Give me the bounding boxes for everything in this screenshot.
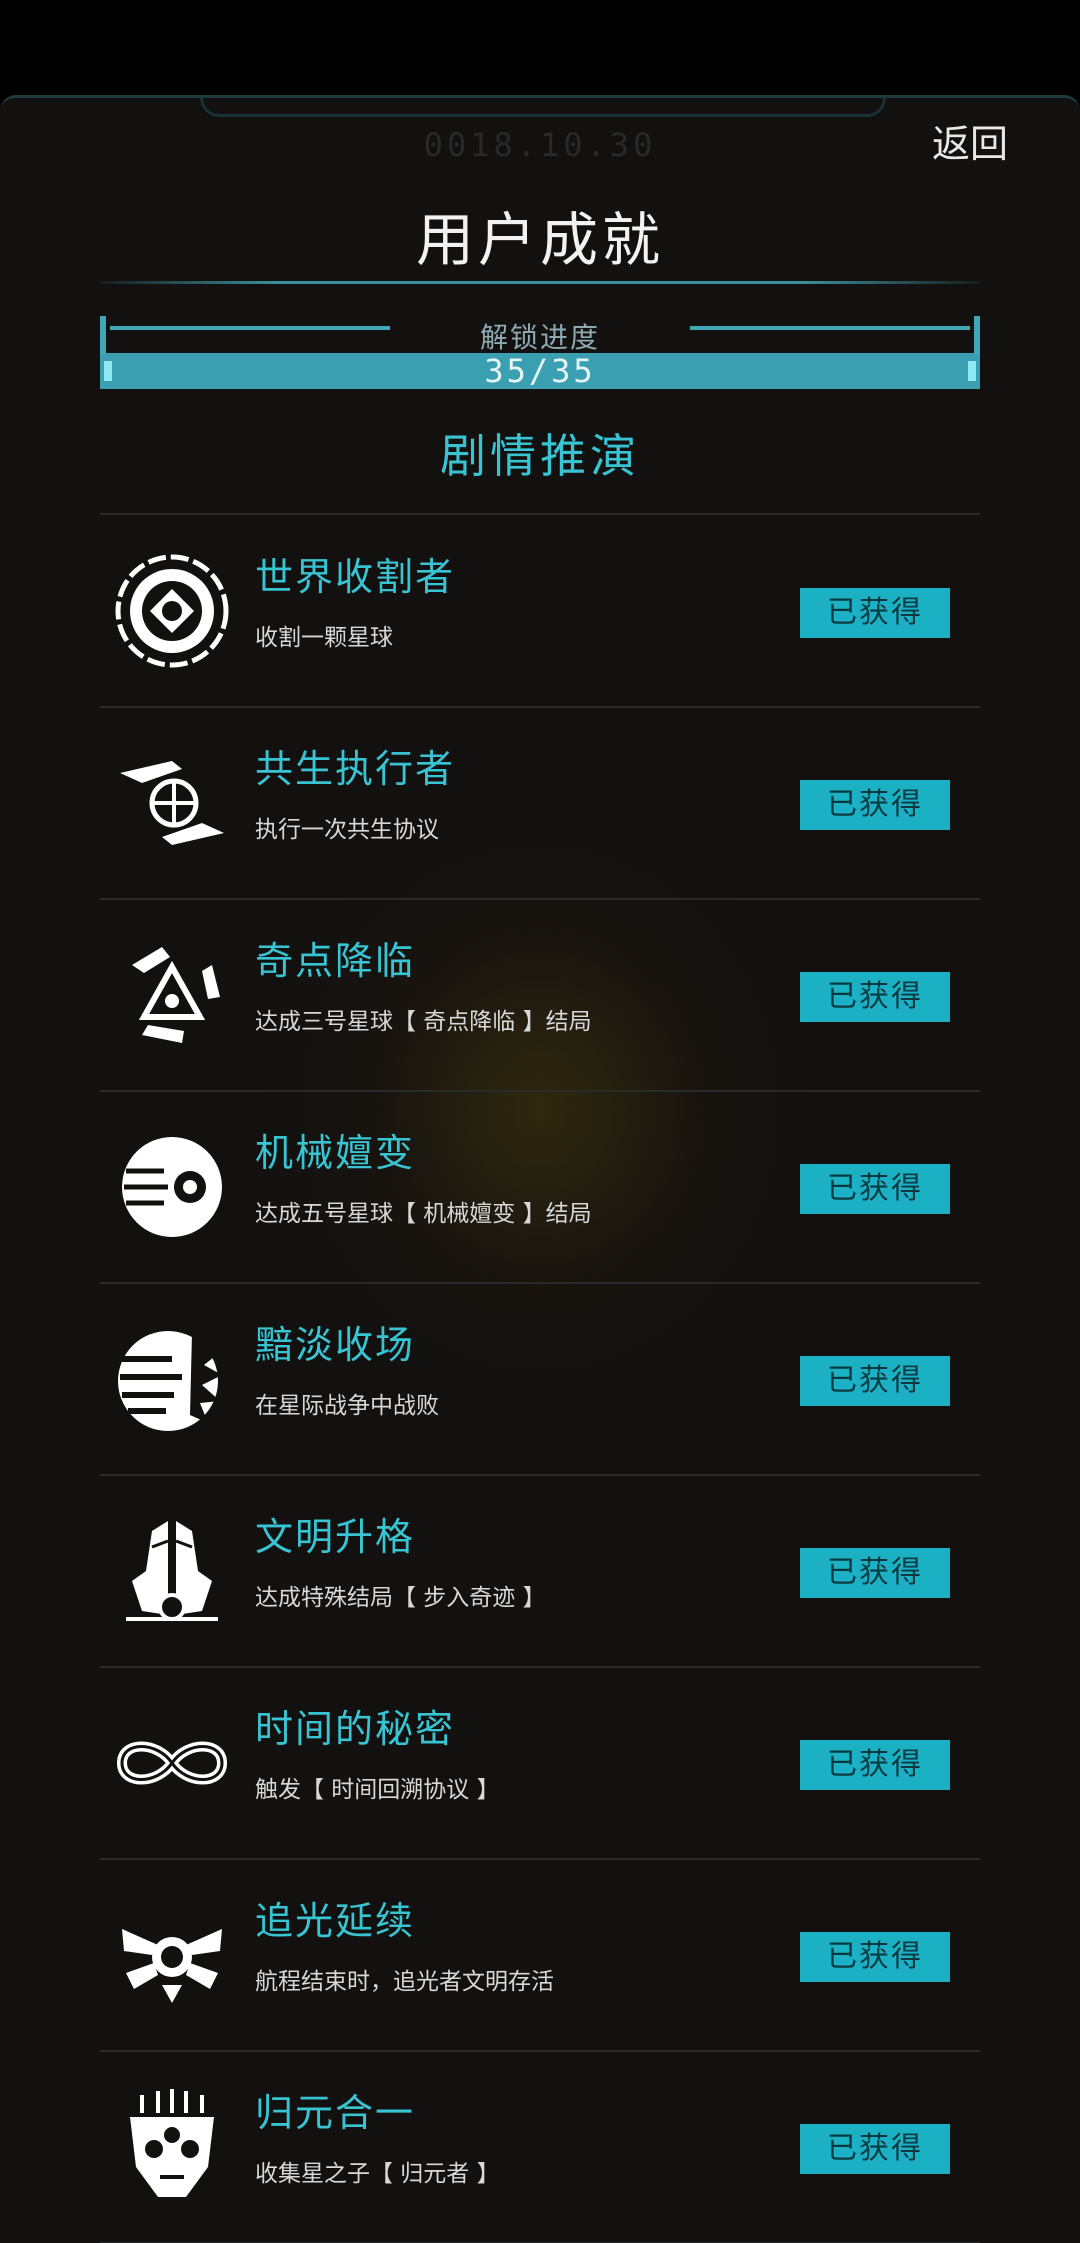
robot-mask-icon bbox=[130, 2089, 214, 2197]
mechanical-eye-icon bbox=[122, 1137, 222, 1237]
status-badge[interactable]: 已获得 bbox=[800, 1932, 950, 1982]
achievement-desc: 达成特殊结局【 步入奇迹 】 bbox=[255, 1585, 546, 1611]
achievement-item: 文明升格 达成特殊结局【 步入奇迹 】 已获得 bbox=[100, 1476, 980, 1668]
achievement-title: 追光延续 bbox=[255, 1899, 416, 1943]
achievement-title: 归元合一 bbox=[255, 2091, 416, 2135]
singularity-triangle-icon bbox=[132, 947, 220, 1043]
status-badge[interactable]: 已获得 bbox=[800, 780, 950, 830]
achievement-title: 奇点降临 bbox=[255, 939, 416, 983]
achievement-title: 黯淡收场 bbox=[255, 1323, 416, 1367]
achievement-title: 时间的秘密 bbox=[255, 1707, 456, 1751]
achievement-title: 文明升格 bbox=[255, 1515, 416, 1559]
achievement-desc: 收割一颗星球 bbox=[255, 625, 393, 651]
status-badge[interactable]: 已获得 bbox=[800, 1740, 950, 1790]
infinity-icon bbox=[116, 1741, 228, 1785]
winged-emblem-icon bbox=[126, 1521, 218, 1621]
status-badge[interactable]: 已获得 bbox=[800, 2124, 950, 2174]
progress-label: 解锁进度 bbox=[479, 321, 600, 354]
achievement-item: 共生执行者 执行一次共生协议 已获得 bbox=[100, 708, 980, 900]
achievement-title: 共生执行者 bbox=[255, 747, 456, 791]
symbiosis-hands-icon bbox=[120, 761, 224, 845]
achievement-item: 机械嬗变 达成五号星球【 机械嬗变 】结局 已获得 bbox=[100, 1092, 980, 1284]
progress-count: 35/35 bbox=[484, 352, 596, 390]
page-title: 用户成就 bbox=[415, 206, 664, 274]
section-title: 剧情推演 bbox=[440, 429, 640, 483]
achievement-desc: 达成三号星球【 奇点降临 】结局 bbox=[255, 1009, 592, 1035]
achievement-desc: 达成五号星球【 机械嬗变 】结局 bbox=[255, 1201, 592, 1227]
status-badge[interactable]: 已获得 bbox=[800, 1356, 950, 1406]
status-badge[interactable]: 已获得 bbox=[800, 972, 950, 1022]
achievement-desc: 航程结束时，追光者文明存活 bbox=[255, 1969, 554, 1995]
achievement-title: 机械嬗变 bbox=[255, 1131, 416, 1175]
shattered-sphere-icon bbox=[118, 1327, 224, 1431]
achievement-item: 世界收割者 收割一颗星球 已获得 bbox=[100, 516, 980, 708]
planet-harvest-icon bbox=[115, 554, 229, 668]
title-divider bbox=[100, 281, 980, 284]
panel-notch bbox=[200, 98, 886, 117]
progress-bar: 35/35 bbox=[100, 353, 980, 389]
achievement-item: 黯淡收场 在星际战争中战败 已获得 bbox=[100, 1284, 980, 1476]
achievement-item: 归元合一 收集星之子【 归元者 】 已获得 bbox=[100, 2052, 980, 2243]
achievement-desc: 触发【 时间回溯协议 】 bbox=[255, 1777, 500, 1803]
back-button[interactable]: 返回 bbox=[932, 113, 1008, 168]
achievement-item: 追光延续 航程结束时，追光者文明存活 已获得 bbox=[100, 1860, 980, 2052]
achievement-item: 时间的秘密 触发【 时间回溯协议 】 已获得 bbox=[100, 1668, 980, 1860]
status-badge[interactable]: 已获得 bbox=[800, 588, 950, 638]
date-label: 0018.10.30 bbox=[423, 126, 657, 164]
achievements-panel: 0018.10.30 返回 用户成就 解锁进度 35/35 剧情推演 世界收割者… bbox=[0, 95, 1080, 2243]
achievement-desc: 收集星之子【 归元者 】 bbox=[255, 2161, 500, 2187]
achievement-list: 世界收割者 收割一颗星球 已获得 共生执行者 执行一次共生协议 已获得 奇点降临… bbox=[100, 516, 980, 2243]
achievement-item: 奇点降临 达成三号星球【 奇点降临 】结局 已获得 bbox=[100, 900, 980, 1092]
achievement-desc: 在星际战争中战败 bbox=[255, 1393, 439, 1419]
status-badge[interactable]: 已获得 bbox=[800, 1164, 950, 1214]
winged-core-icon bbox=[122, 1929, 222, 2003]
achievement-desc: 执行一次共生协议 bbox=[255, 817, 439, 843]
status-bar bbox=[0, 0, 1080, 95]
section-divider bbox=[100, 513, 980, 515]
status-badge[interactable]: 已获得 bbox=[800, 1548, 950, 1598]
achievement-title: 世界收割者 bbox=[255, 555, 456, 599]
